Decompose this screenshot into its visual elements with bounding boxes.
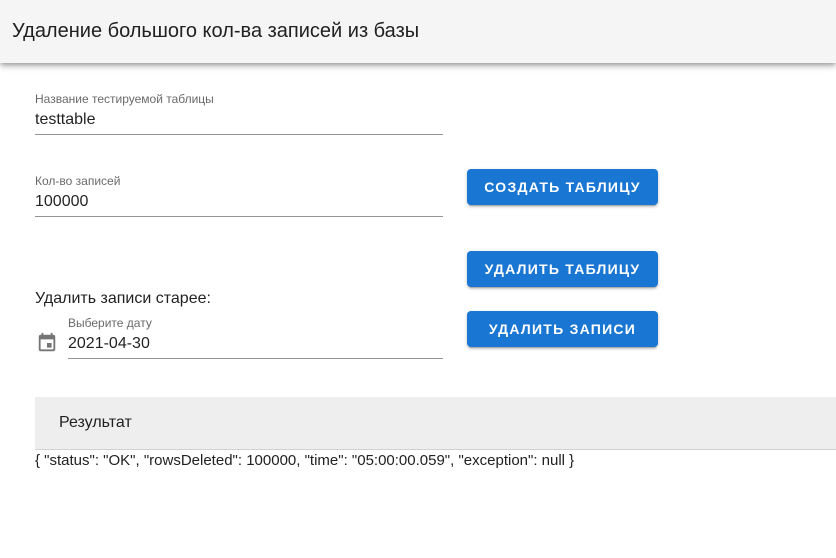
delete-older-label: Удалить записи старее: <box>35 290 211 307</box>
table-name-field[interactable]: Название тестируемой таблицы testtable <box>35 92 443 135</box>
result-panel-header[interactable]: Результат <box>35 397 836 450</box>
table-name-input[interactable]: testtable <box>35 110 95 130</box>
records-count-label: Кол-во записей <box>35 174 121 188</box>
page-title: Удаление большого кол-ва записей из базы <box>12 20 420 42</box>
date-underline <box>68 358 443 359</box>
app-bar: Удаление большого кол-ва записей из базы <box>0 0 836 63</box>
result-output: { "status": "OK", "rowsDeleted": 100000,… <box>35 452 575 469</box>
records-count-input[interactable]: 100000 <box>35 192 88 212</box>
delete-records-button[interactable]: УДАЛИТЬ ЗАПИСИ <box>467 311 658 347</box>
records-count-field[interactable]: Кол-во записей 100000 <box>35 174 443 217</box>
table-name-underline <box>35 134 443 135</box>
date-field[interactable]: Выберите дату 2021-04-30 <box>68 316 443 359</box>
table-name-label: Название тестируемой таблицы <box>35 92 214 106</box>
date-input[interactable]: 2021-04-30 <box>68 334 150 354</box>
delete-table-button[interactable]: УДАЛИТЬ ТАБЛИЦУ <box>467 251 658 287</box>
create-table-button[interactable]: СОЗДАТЬ ТАБЛИЦУ <box>467 169 658 205</box>
result-title: Результат <box>59 414 132 431</box>
records-count-underline <box>35 216 443 217</box>
date-label: Выберите дату <box>68 316 152 330</box>
calendar-icon[interactable] <box>36 332 58 354</box>
